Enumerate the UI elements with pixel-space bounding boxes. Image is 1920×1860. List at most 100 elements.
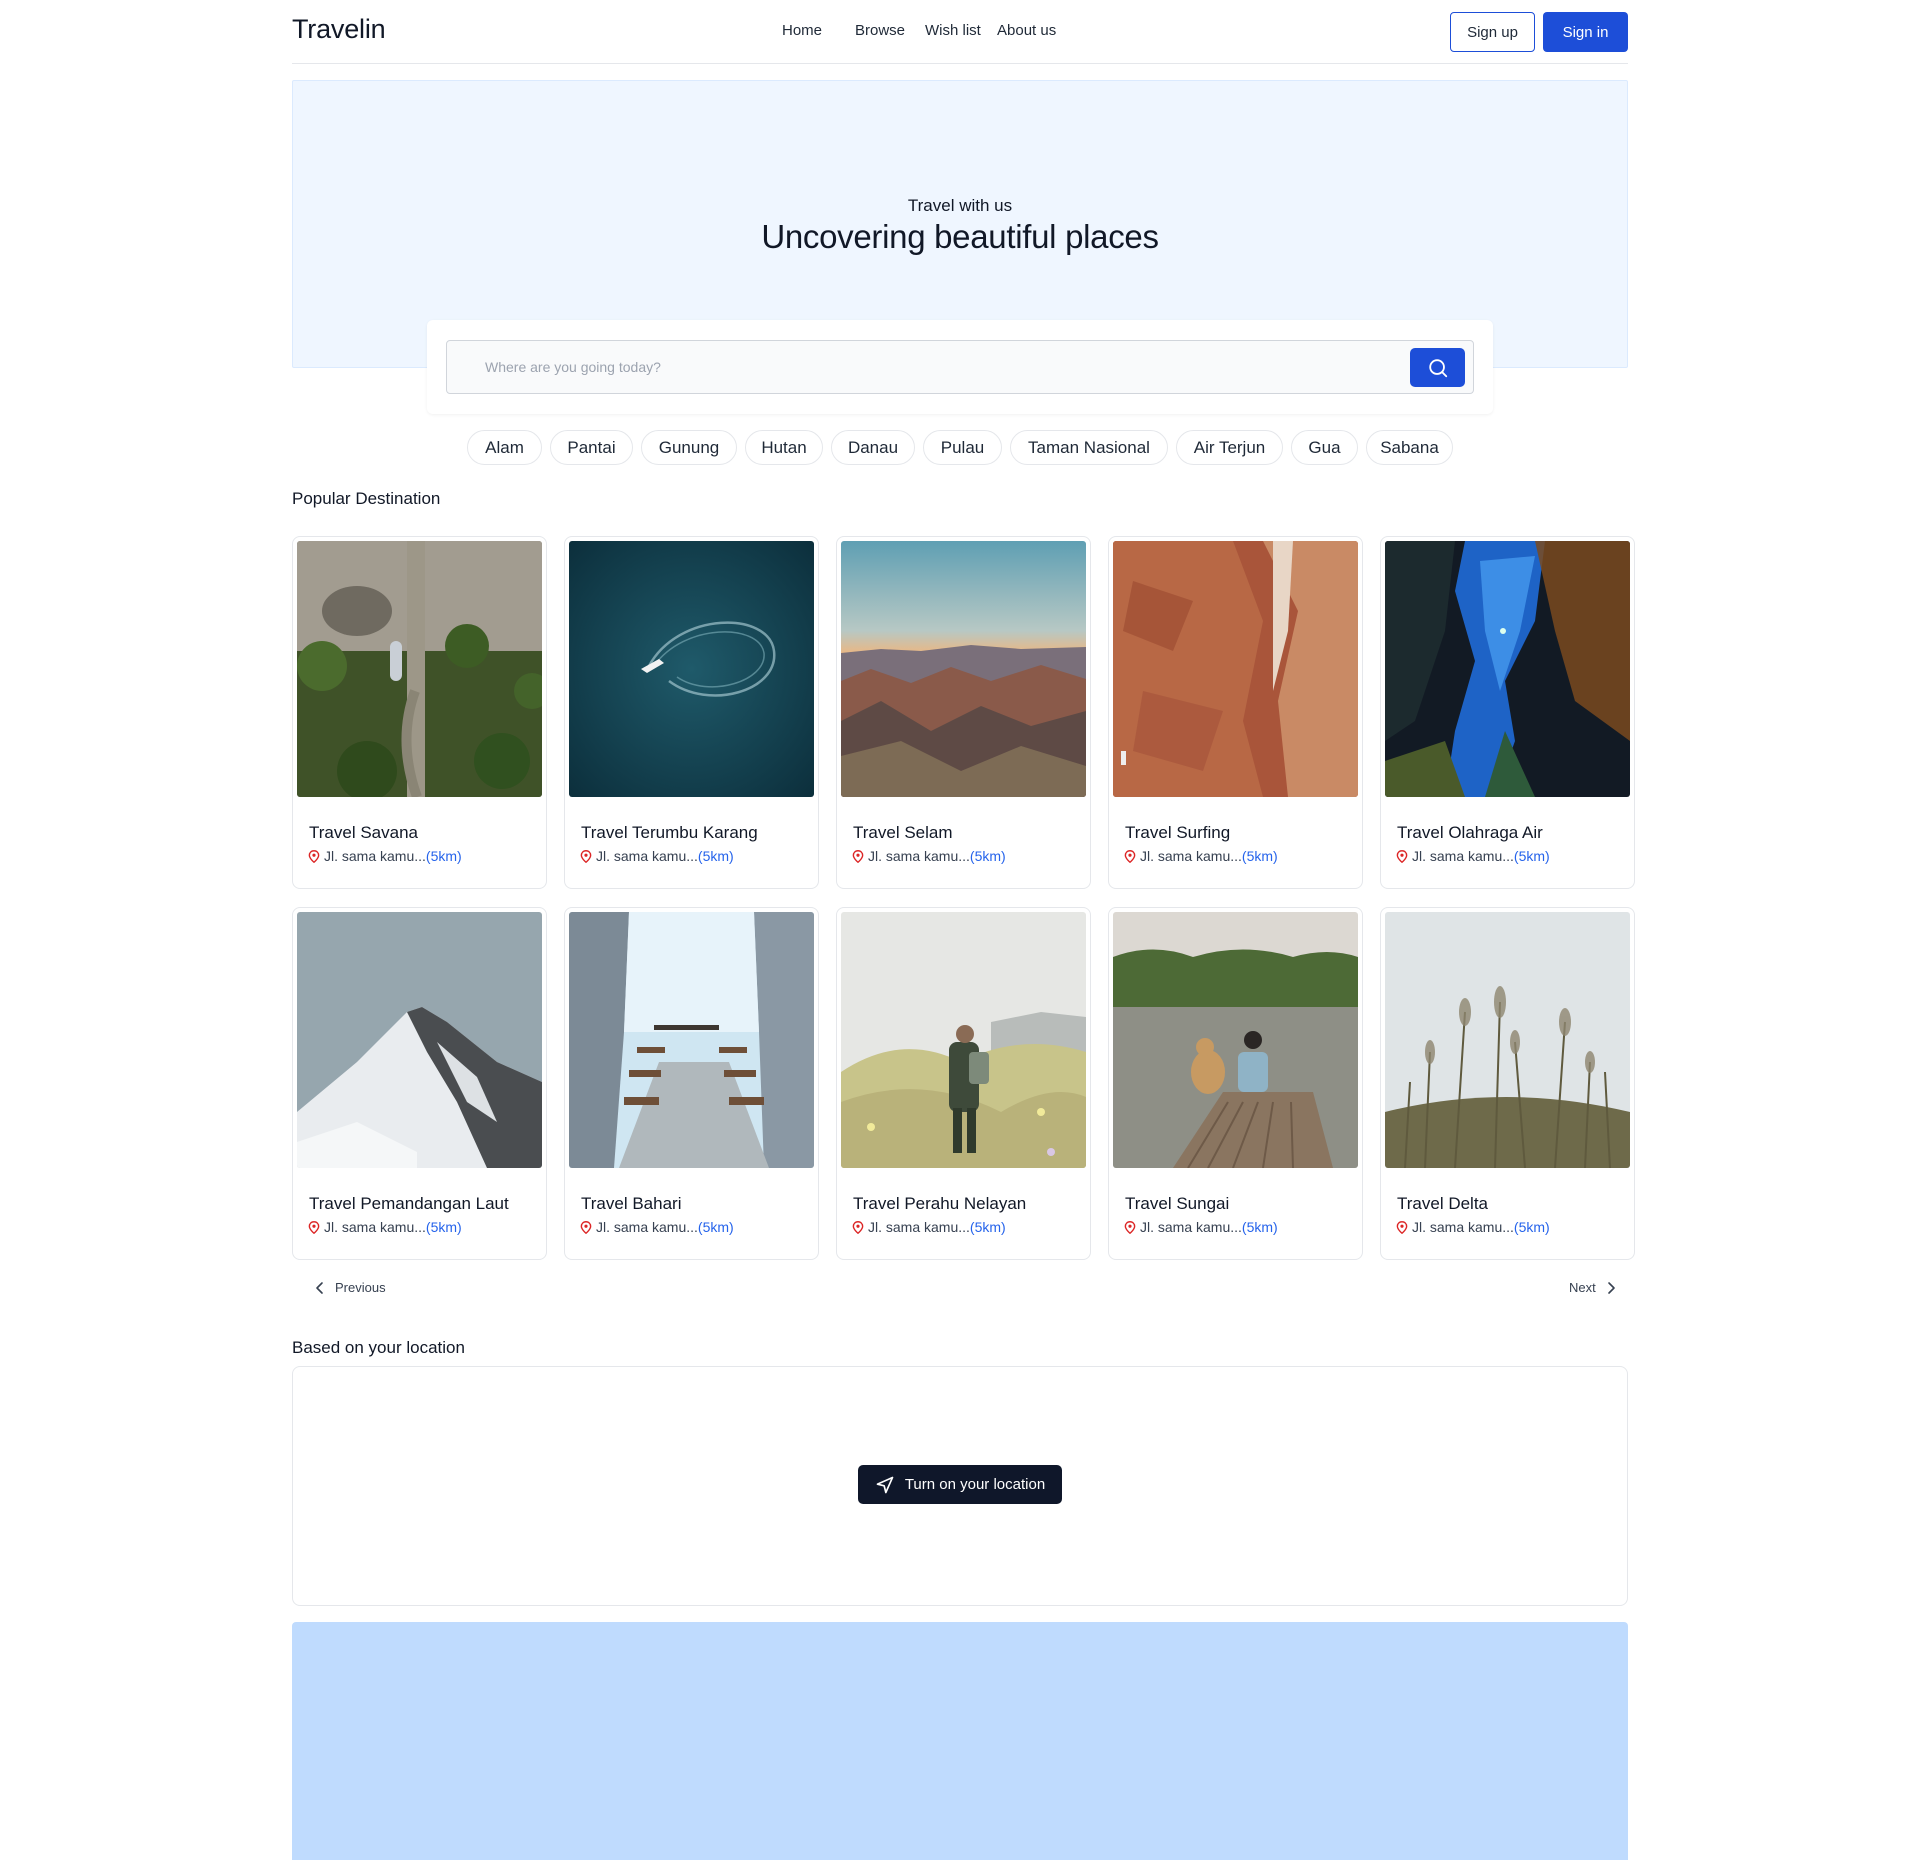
map-pin-icon — [1396, 849, 1408, 863]
destination-photo — [297, 541, 542, 797]
destination-card[interactable]: Travel Terumbu Karang Jl. sama kamu... (5… — [564, 536, 819, 889]
chip-hutan[interactable]: Hutan — [745, 430, 823, 465]
map-pin-icon — [1124, 849, 1136, 863]
destination-distance: (5km) — [697, 848, 734, 864]
nav-about-link[interactable]: About us — [997, 22, 1056, 39]
destination-card[interactable]: Travel Perahu Nelayan Jl. sama kamu... (5… — [836, 907, 1091, 1260]
previous-label: Previous — [335, 1280, 386, 1295]
destination-card[interactable]: Travel Delta Jl. sama kamu... (5km) — [1380, 907, 1635, 1260]
destination-distance: (5km) — [697, 1219, 734, 1235]
chip-air-terjun[interactable]: Air Terjun — [1176, 430, 1283, 465]
destination-location: Jl. sama kamu... (5km) — [1124, 848, 1278, 864]
destination-photo — [569, 541, 814, 797]
destination-distance: (5km) — [1513, 848, 1550, 864]
destination-location: Jl. sama kamu... (5km) — [580, 848, 734, 864]
turn-on-location-button[interactable]: Turn on your location — [858, 1465, 1062, 1504]
navigation-arrow-icon — [876, 1476, 894, 1493]
destination-card[interactable]: Travel Surfing Jl. sama kamu... (5km) — [1108, 536, 1363, 889]
search-icon — [1428, 358, 1447, 377]
map-pin-icon — [580, 1220, 592, 1234]
destination-distance: (5km) — [1241, 848, 1278, 864]
destination-location: Jl. sama kamu... (5km) — [308, 1219, 462, 1235]
destination-photo — [841, 912, 1086, 1168]
category-chips: Alam Pantai Gunung Hutan Danau Pulau Tam… — [0, 430, 1920, 466]
previous-page-button[interactable]: Previous — [313, 1280, 386, 1295]
chip-gunung[interactable]: Gunung — [641, 430, 737, 465]
nav-home-link[interactable]: Home — [782, 22, 822, 39]
search-button[interactable] — [1410, 348, 1465, 387]
destination-title: Travel Bahari — [581, 1194, 682, 1213]
next-page-button[interactable]: Next — [1569, 1280, 1618, 1295]
destination-title: Travel Perahu Nelayan — [853, 1194, 1027, 1213]
chevron-left-icon — [316, 1281, 323, 1294]
destination-location: Jl. sama kamu... (5km) — [308, 848, 462, 864]
destination-distance: (5km) — [1513, 1219, 1550, 1235]
destination-address: Jl. sama kamu... — [1412, 1219, 1514, 1235]
destination-title: Travel Surfing — [1125, 823, 1231, 842]
destination-photo — [1385, 541, 1630, 797]
nav-wishlist-link[interactable]: Wish list — [925, 22, 981, 39]
destination-title: Travel Delta — [1397, 1194, 1489, 1213]
destination-photo — [1113, 541, 1358, 797]
destination-distance: (5km) — [1241, 1219, 1278, 1235]
header-divider — [292, 63, 1628, 64]
destination-card[interactable]: Travel Savana Jl. sama kamu... (5km) — [292, 536, 547, 889]
destination-location: Jl. sama kamu... (5km) — [852, 1219, 1006, 1235]
sign-up-button[interactable]: Sign up — [1450, 12, 1535, 52]
destination-address: Jl. sama kamu... — [324, 1219, 426, 1235]
destination-title: Travel Terumbu Karang — [581, 823, 758, 842]
map-pin-icon — [308, 849, 320, 863]
chip-taman-nasional[interactable]: Taman Nasional — [1010, 430, 1168, 465]
destination-address: Jl. sama kamu... — [1140, 1219, 1242, 1235]
destination-distance: (5km) — [425, 848, 462, 864]
destination-title: Travel Sungai — [1125, 1194, 1230, 1213]
chip-alam[interactable]: Alam — [467, 430, 542, 465]
destination-location: Jl. sama kamu... (5km) — [1396, 1219, 1550, 1235]
destination-card[interactable]: Travel Olahraga Air Jl. sama kamu... (5km… — [1380, 536, 1635, 889]
logo[interactable]: Travelin — [292, 14, 386, 45]
destination-address: Jl. sama kamu... — [596, 848, 698, 864]
chip-pantai[interactable]: Pantai — [550, 430, 633, 465]
location-section-title: Based on your location — [292, 1338, 465, 1357]
destination-address: Jl. sama kamu... — [324, 848, 426, 864]
destination-distance: (5km) — [969, 848, 1006, 864]
destination-photo — [297, 912, 542, 1168]
footer-banner — [292, 1622, 1628, 1860]
destination-title: Travel Selam — [853, 823, 953, 842]
search-input[interactable] — [485, 341, 1385, 393]
search-bar — [446, 340, 1474, 394]
sign-in-button[interactable]: Sign in — [1543, 12, 1628, 52]
destination-address: Jl. sama kamu... — [1140, 848, 1242, 864]
chevron-right-icon — [1607, 1281, 1615, 1294]
chip-gua[interactable]: Gua — [1291, 430, 1358, 465]
destination-distance: (5km) — [969, 1219, 1006, 1235]
destination-card[interactable]: Travel Bahari Jl. sama kamu... (5km) — [564, 907, 819, 1260]
destination-location: Jl. sama kamu... (5km) — [1124, 1219, 1278, 1235]
destination-card[interactable]: Travel Pemandangan Laut Jl. sama kamu...… — [292, 907, 547, 1260]
nav-browse-link[interactable]: Browse — [855, 22, 905, 39]
chip-pulau[interactable]: Pulau — [923, 430, 1002, 465]
chip-sabana[interactable]: Sabana — [1366, 430, 1453, 465]
destination-address: Jl. sama kamu... — [868, 848, 970, 864]
destination-title: Travel Savana — [309, 823, 418, 842]
map-pin-icon — [852, 1220, 864, 1234]
top-navbar: Travelin Home Browse Wish list About us … — [0, 0, 1920, 64]
map-pin-icon — [1396, 1220, 1408, 1234]
destination-distance: (5km) — [425, 1219, 462, 1235]
destination-card[interactable]: Travel Sungai Jl. sama kamu... (5km) — [1108, 907, 1363, 1260]
destination-title: Travel Pemandangan Laut — [309, 1194, 509, 1213]
map-pin-icon — [308, 1220, 320, 1234]
hero-kicker: Travel with us — [907, 196, 1013, 215]
destination-photo — [1385, 912, 1630, 1168]
map-pin-icon — [1124, 1220, 1136, 1234]
destination-location: Jl. sama kamu... (5km) — [580, 1219, 734, 1235]
next-label: Next — [1569, 1280, 1596, 1295]
destination-location: Jl. sama kamu... (5km) — [1396, 848, 1550, 864]
destination-photo — [841, 541, 1086, 797]
chip-danau[interactable]: Danau — [831, 430, 915, 465]
destination-card[interactable]: Travel Selam Jl. sama kamu... (5km) — [836, 536, 1091, 889]
popular-section-title: Popular Destination — [292, 489, 441, 508]
destination-address: Jl. sama kamu... — [1412, 848, 1514, 864]
map-pin-icon — [580, 849, 592, 863]
destination-photo — [569, 912, 814, 1168]
